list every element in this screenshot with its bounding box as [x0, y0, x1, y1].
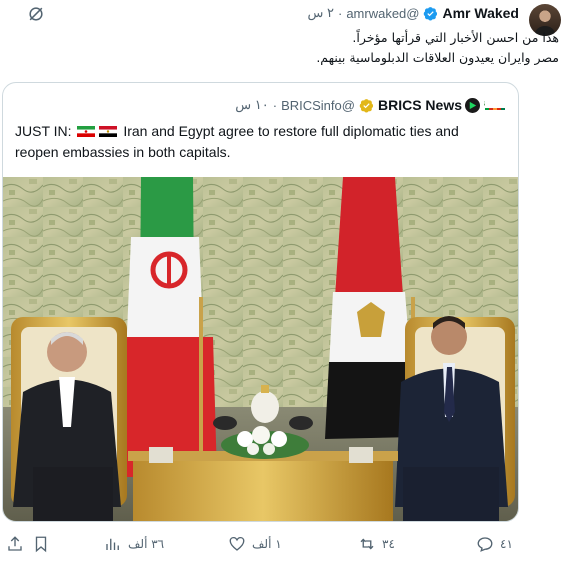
brics-logo[interactable]: BRICS [484, 98, 506, 112]
tweet-timestamp[interactable]: ٢ س [308, 5, 334, 21]
share-icon [8, 536, 22, 551]
quoted-timestamp[interactable]: ١٠ س [235, 97, 268, 113]
quoted-separator: · [272, 97, 278, 113]
views-count: ٣٦ ألف [128, 537, 165, 551]
retweet-icon [360, 538, 374, 550]
news-photo[interactable] [3, 177, 518, 521]
egypt-flag-emoji-icon [99, 126, 118, 137]
retweets-count: ٣٤ [382, 537, 395, 551]
action-bar: ٣٦ ألف ١ ألف ٣٤ ٤١ [0, 530, 569, 558]
views-button[interactable]: ٣٦ ألف [104, 530, 164, 558]
author-handle[interactable]: @amrwaked [346, 6, 419, 21]
quoted-tweet-text: JUST IN: Iran and Egypt agree to restore… [15, 121, 505, 163]
grok-icon[interactable] [26, 4, 46, 24]
tweet-text-line: هذا من احسن الأخبار التي قرأتها مؤخراً. [352, 30, 559, 45]
quoted-author[interactable]: BRICS News [378, 97, 480, 113]
reply-icon [477, 537, 493, 552]
iran-flag-emoji-icon [77, 126, 96, 137]
bookmark-button[interactable] [32, 530, 50, 558]
retweet-button[interactable]: ٣٤ [358, 530, 395, 558]
share-button[interactable] [6, 530, 24, 558]
quoted-tweet-header: BRICS BRICS News @BRICSinfo · ١٠ س [235, 95, 506, 115]
likes-count: ١ ألف [252, 537, 282, 551]
author-name[interactable]: Amr Waked [442, 5, 519, 21]
quoted-tweet-card[interactable]: BRICS BRICS News @BRICSinfo · ١٠ س JUST … [2, 82, 519, 522]
reply-button[interactable]: ٤١ [476, 530, 513, 558]
verified-badge-icon [424, 6, 438, 20]
replies-count: ٤١ [500, 537, 513, 551]
header-separator: · [337, 5, 343, 21]
bookmark-icon [35, 536, 47, 553]
verified-gold-badge-icon [359, 98, 374, 112]
meeting-photo-illustration [3, 177, 518, 521]
tweet-text: هذا من احسن الأخبار التي قرأتها مؤخراً. … [39, 28, 559, 68]
heart-icon [229, 536, 245, 551]
like-button[interactable]: ١ ألف [228, 530, 282, 558]
brics-news-logo-icon [465, 97, 480, 113]
tweet-text-line: مصر وايران يعيدون العلاقات الدبلوماسية ب… [316, 50, 559, 65]
quoted-handle[interactable]: @BRICSinfo [281, 98, 355, 113]
quoted-author-name: BRICS News [377, 97, 462, 113]
quoted-text-prefix: JUST IN: [15, 123, 72, 139]
views-chart-icon [106, 538, 119, 550]
brics-logo-icon: BRICS [484, 98, 506, 112]
tweet-header: Amr Waked @amrwaked · ٢ س [308, 4, 520, 22]
